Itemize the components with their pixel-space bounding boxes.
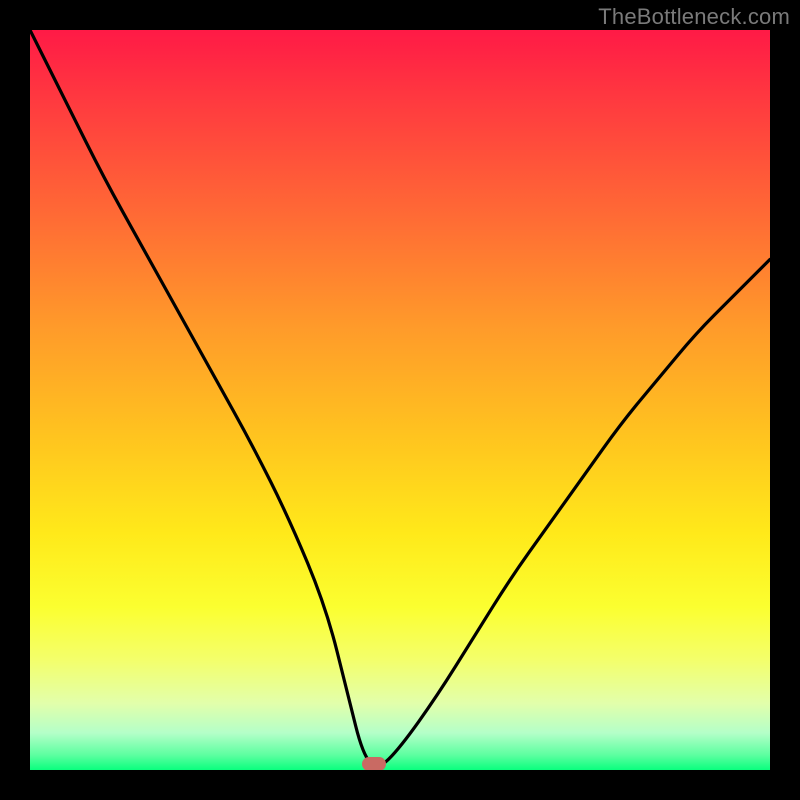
bottleneck-curve-path xyxy=(30,30,770,766)
optimal-marker xyxy=(362,757,386,770)
chart-frame: TheBottleneck.com xyxy=(0,0,800,800)
watermark-text: TheBottleneck.com xyxy=(598,4,790,30)
curve-svg xyxy=(30,30,770,770)
plot-area xyxy=(30,30,770,770)
